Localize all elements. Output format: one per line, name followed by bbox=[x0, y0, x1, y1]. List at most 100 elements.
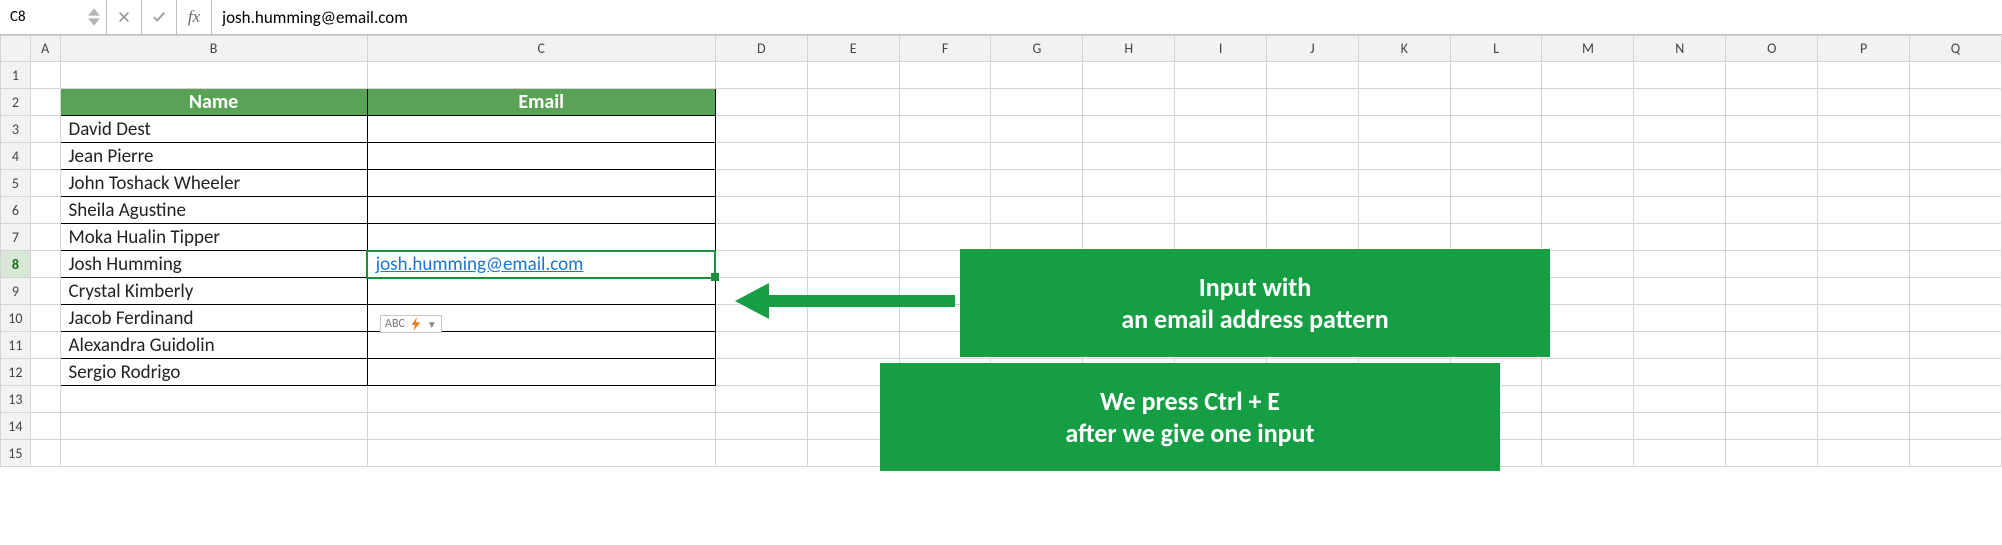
cell[interactable] bbox=[1083, 89, 1175, 116]
cell[interactable] bbox=[991, 143, 1083, 170]
email-cell[interactable] bbox=[367, 224, 715, 251]
cell[interactable] bbox=[1818, 62, 1910, 89]
column-header-B[interactable]: B bbox=[60, 36, 367, 62]
row-header[interactable]: 11 bbox=[1, 332, 31, 359]
cell[interactable] bbox=[30, 359, 60, 386]
cell[interactable] bbox=[30, 251, 60, 278]
cell[interactable] bbox=[1358, 116, 1450, 143]
cell[interactable] bbox=[1909, 251, 2001, 278]
cell[interactable] bbox=[715, 116, 807, 143]
cell[interactable] bbox=[1542, 62, 1634, 89]
cell[interactable] bbox=[1267, 224, 1359, 251]
cell[interactable] bbox=[807, 89, 899, 116]
cell[interactable] bbox=[30, 197, 60, 224]
cell[interactable] bbox=[1909, 62, 2001, 89]
cell[interactable] bbox=[1634, 143, 1726, 170]
cell[interactable] bbox=[807, 251, 899, 278]
select-all-corner[interactable] bbox=[1, 36, 31, 62]
cell[interactable] bbox=[715, 386, 807, 413]
cell[interactable] bbox=[1818, 278, 1910, 305]
cell[interactable] bbox=[1267, 170, 1359, 197]
column-header-E[interactable]: E bbox=[807, 36, 899, 62]
formula-input[interactable] bbox=[212, 0, 2002, 34]
cell[interactable] bbox=[807, 116, 899, 143]
cell[interactable] bbox=[1909, 359, 2001, 386]
cell[interactable] bbox=[1726, 440, 1818, 467]
row-header[interactable]: 8 bbox=[1, 251, 31, 278]
cell[interactable] bbox=[1818, 197, 1910, 224]
row-header[interactable]: 12 bbox=[1, 359, 31, 386]
cell[interactable] bbox=[1909, 224, 2001, 251]
cell[interactable] bbox=[1726, 143, 1818, 170]
column-header-D[interactable]: D bbox=[715, 36, 807, 62]
cell[interactable] bbox=[1726, 116, 1818, 143]
email-cell[interactable]: josh.humming@email.com bbox=[367, 251, 715, 278]
confirm-button[interactable] bbox=[142, 0, 177, 34]
cell[interactable] bbox=[1267, 89, 1359, 116]
cell[interactable] bbox=[715, 170, 807, 197]
cell[interactable] bbox=[715, 359, 807, 386]
row-header[interactable]: 9 bbox=[1, 278, 31, 305]
cell[interactable] bbox=[30, 278, 60, 305]
cell[interactable] bbox=[1542, 278, 1634, 305]
cell[interactable] bbox=[1083, 170, 1175, 197]
cell[interactable] bbox=[1818, 116, 1910, 143]
column-header-I[interactable]: I bbox=[1175, 36, 1267, 62]
cell[interactable] bbox=[367, 413, 715, 440]
name-cell[interactable]: Josh Humming bbox=[60, 251, 367, 278]
cell[interactable] bbox=[715, 251, 807, 278]
column-header-L[interactable]: L bbox=[1450, 36, 1542, 62]
cell[interactable] bbox=[1818, 224, 1910, 251]
cell[interactable] bbox=[715, 143, 807, 170]
cell[interactable] bbox=[1450, 224, 1542, 251]
cell[interactable] bbox=[30, 116, 60, 143]
row-header[interactable]: 3 bbox=[1, 116, 31, 143]
cell[interactable] bbox=[991, 170, 1083, 197]
cell[interactable] bbox=[30, 143, 60, 170]
cell[interactable] bbox=[1909, 116, 2001, 143]
column-header-H[interactable]: H bbox=[1083, 36, 1175, 62]
cell[interactable] bbox=[30, 332, 60, 359]
cell[interactable] bbox=[1634, 278, 1726, 305]
column-header-M[interactable]: M bbox=[1542, 36, 1634, 62]
chevron-down-icon[interactable] bbox=[88, 18, 100, 26]
email-cell[interactable] bbox=[367, 170, 715, 197]
name-cell[interactable]: Alexandra Guidolin bbox=[60, 332, 367, 359]
cell[interactable] bbox=[899, 89, 991, 116]
email-cell[interactable] bbox=[367, 278, 715, 305]
cell[interactable] bbox=[1450, 62, 1542, 89]
cell[interactable] bbox=[1726, 224, 1818, 251]
cell[interactable] bbox=[899, 170, 991, 197]
cell[interactable] bbox=[1358, 62, 1450, 89]
spreadsheet[interactable]: ABCDEFGHIJKLMNOPQ 12NameEmail3David Dest… bbox=[0, 35, 2002, 467]
cell[interactable] bbox=[1450, 143, 1542, 170]
cell[interactable] bbox=[1175, 89, 1267, 116]
cell[interactable] bbox=[1175, 197, 1267, 224]
cell[interactable] bbox=[807, 143, 899, 170]
email-cell[interactable] bbox=[367, 359, 715, 386]
cell[interactable] bbox=[1818, 170, 1910, 197]
cell[interactable] bbox=[991, 89, 1083, 116]
cell[interactable] bbox=[1909, 440, 2001, 467]
cell[interactable] bbox=[367, 440, 715, 467]
cell[interactable] bbox=[807, 170, 899, 197]
cell[interactable] bbox=[1175, 224, 1267, 251]
cell[interactable] bbox=[1634, 116, 1726, 143]
cell[interactable] bbox=[1726, 170, 1818, 197]
cell[interactable] bbox=[1909, 89, 2001, 116]
chevron-up-icon[interactable] bbox=[88, 8, 100, 16]
cell[interactable] bbox=[899, 143, 991, 170]
column-header-F[interactable]: F bbox=[899, 36, 991, 62]
column-header-K[interactable]: K bbox=[1358, 36, 1450, 62]
fx-label[interactable]: fx bbox=[177, 0, 212, 34]
cell[interactable] bbox=[807, 197, 899, 224]
row-header[interactable]: 1 bbox=[1, 62, 31, 89]
cell[interactable] bbox=[1358, 197, 1450, 224]
cell[interactable] bbox=[1634, 359, 1726, 386]
name-cell[interactable]: Sheila Agustine bbox=[60, 197, 367, 224]
cell[interactable] bbox=[1909, 197, 2001, 224]
cell[interactable] bbox=[1726, 359, 1818, 386]
cell[interactable] bbox=[1083, 224, 1175, 251]
cell[interactable] bbox=[991, 224, 1083, 251]
cell[interactable] bbox=[1818, 413, 1910, 440]
